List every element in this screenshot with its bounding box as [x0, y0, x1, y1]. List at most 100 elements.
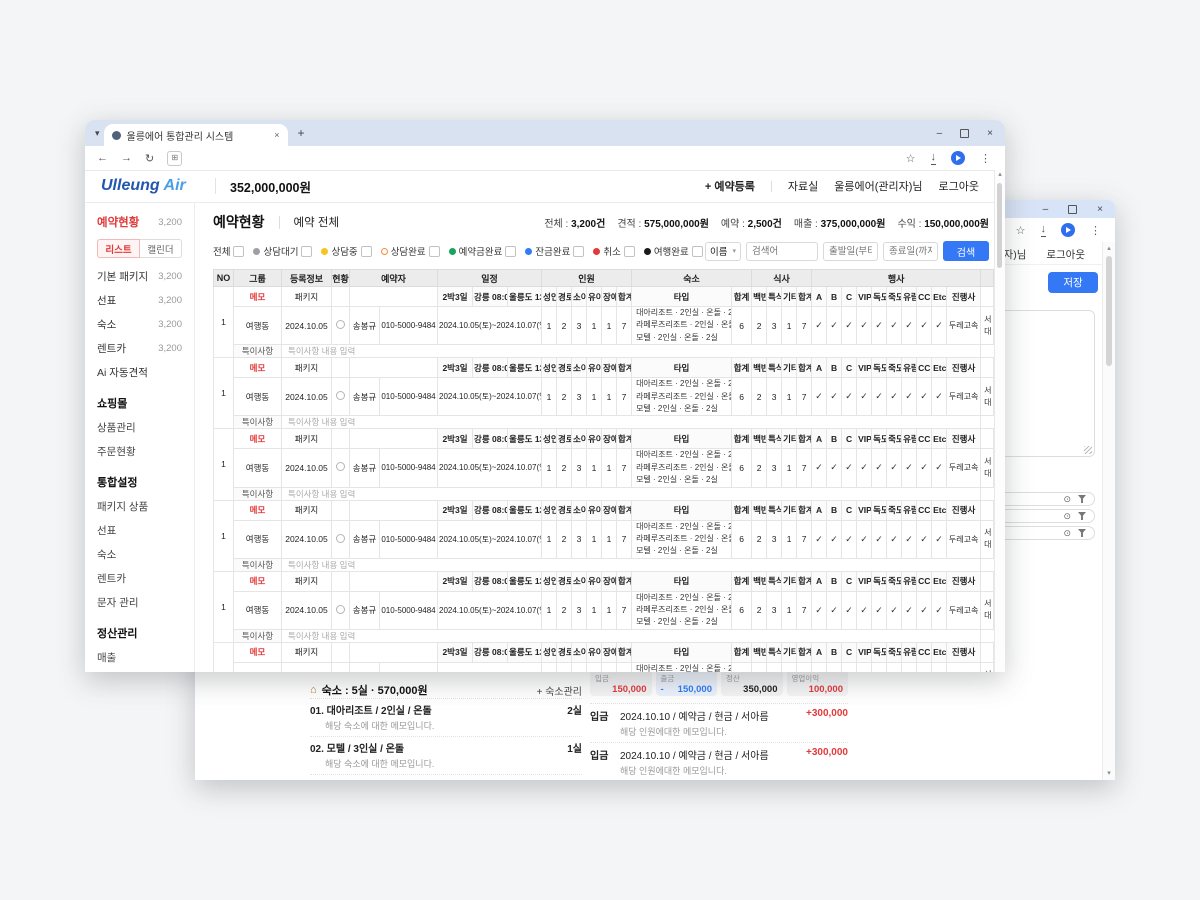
filter-checkbox[interactable]	[573, 246, 584, 257]
filter-item[interactable]: 상담중	[321, 244, 371, 258]
forward-button[interactable]: →	[121, 152, 132, 164]
new-tab-button[interactable]: +	[298, 126, 305, 140]
target-icon[interactable]: ⊙	[1063, 511, 1071, 522]
memo-button[interactable]: 메모	[234, 571, 282, 591]
tab-close-icon[interactable]: ×	[274, 130, 279, 140]
date-from-input[interactable]	[823, 242, 878, 261]
funnel-icon[interactable]	[1078, 529, 1086, 537]
special-note-input[interactable]: 특이사항 내용 입력	[282, 629, 981, 642]
reservation-row-group[interactable]: 1 메모 패키지 2박3일강릉 08:00울릉도 13:00 성인경로소아유아장…	[214, 642, 994, 672]
filter-item[interactable]: 취소	[593, 244, 634, 258]
reservation-row-group[interactable]: 1 메모 패키지 2박3일강릉 08:00울릉도 13:00 성인경로소아유아장…	[214, 500, 994, 571]
save-button[interactable]: 저장	[1048, 272, 1098, 293]
sidebar-menu-item[interactable]: 숙소	[97, 547, 182, 562]
filter-checkbox[interactable]	[429, 246, 440, 257]
filter-item[interactable]: 예약금완료	[449, 244, 517, 258]
target-icon[interactable]: ⊙	[1063, 494, 1071, 505]
reload-button[interactable]: ↻	[145, 152, 154, 165]
profile-avatar[interactable]	[951, 151, 965, 165]
filter-checkbox[interactable]	[301, 246, 312, 257]
memo-button[interactable]: 메모	[234, 429, 282, 449]
special-note-input[interactable]: 특이사항 내용 입력	[282, 487, 981, 500]
site-info-icon[interactable]: ⊞	[167, 151, 182, 166]
menu-icon[interactable]: ⋮	[980, 152, 991, 165]
scroll-down-icon[interactable]: ▾	[1103, 769, 1115, 777]
logo[interactable]: Ulleung Air	[85, 177, 201, 195]
special-note-input[interactable]: 특이사항 내용 입력	[282, 558, 981, 571]
sidebar-item-reservations[interactable]: 예약현황	[97, 214, 139, 230]
reservation-main-row[interactable]: 여행동 2024.10.05 송봉규 010-5000-9484 2024.10…	[214, 591, 994, 629]
maximize-button[interactable]	[960, 129, 969, 138]
memo-button[interactable]: 메모	[234, 500, 282, 520]
logout-button[interactable]: 로그아웃	[1046, 247, 1085, 262]
lodging-manage-link[interactable]: + 숙소관리	[537, 683, 582, 698]
filter-checkbox[interactable]	[624, 246, 635, 257]
sidebar-menu-item[interactable]: 기본 패키지 3,200	[97, 269, 182, 284]
reservation-main-row[interactable]: 여행동 2024.10.05 송봉규 010-5000-9484 2024.10…	[214, 449, 994, 487]
target-icon[interactable]: ⊙	[1063, 528, 1071, 539]
register-reservation-button[interactable]: + 예약등록	[705, 178, 755, 194]
star-icon[interactable]: ☆	[1016, 224, 1026, 237]
calendar-view-button[interactable]: 캘린더	[140, 239, 182, 258]
search-field-select[interactable]: 이름▾	[705, 242, 741, 261]
menu-icon[interactable]: ⋮	[1090, 224, 1101, 237]
filter-checkbox[interactable]	[361, 246, 372, 257]
scrollbar-thumb[interactable]	[1106, 256, 1112, 366]
tab-search-icon[interactable]: ▾	[95, 128, 100, 139]
transaction-row[interactable]: 입금 2024.10.10 / 예약금 / 현금 / 서아름 +300,000 …	[590, 742, 848, 780]
maximize-button[interactable]	[1068, 205, 1077, 214]
resize-handle-icon[interactable]	[1084, 446, 1092, 454]
reservation-main-row[interactable]: 여행동 2024.10.05 송봉규 010-5000-9484 2024.10…	[214, 307, 994, 345]
sidebar-menu-item[interactable]: 매출	[97, 650, 182, 665]
lodging-item[interactable]: 02. 모텔 / 3인실 / 온돌 1실 해당 숙소에 대한 메모입니다.	[310, 736, 582, 774]
download-icon[interactable]: ↓	[1041, 224, 1047, 237]
reservation-row-group[interactable]: 1 메모 패키지 2박3일강릉 08:00울릉도 13:00 성인경로소아유아장…	[214, 429, 994, 500]
download-icon[interactable]: ↓	[931, 152, 937, 165]
lodging-item[interactable]: 03. 모텔 / 3인실 / 온돌 1실 해당 숙소에 대한 메모입니다.	[310, 774, 582, 780]
close-button[interactable]: ×	[1097, 204, 1103, 215]
special-note-input[interactable]: 특이사항 내용 입력	[282, 345, 981, 358]
reservation-row-group[interactable]: 1 메모 패키지 2박3일강릉 08:00울릉도 13:00 성인경로소아유아장…	[214, 358, 994, 429]
logout-button[interactable]: 로그아웃	[939, 178, 979, 194]
memo-button[interactable]: 메모	[234, 358, 282, 378]
sidebar-menu-item[interactable]: 선표	[97, 523, 182, 538]
filter-item[interactable]: 상담완료	[381, 244, 440, 258]
filter-item[interactable]: 상담대기	[253, 244, 312, 258]
archive-link[interactable]: 자료실	[788, 178, 818, 194]
close-button[interactable]: ×	[987, 128, 993, 139]
sidebar-menu-item[interactable]: 문자 관리	[97, 595, 182, 610]
reservation-main-row[interactable]: 여행동 2024.10.05 송봉규 010-5000-9484 2024.10…	[214, 662, 994, 672]
reservation-main-row[interactable]: 여행동 2024.10.05 송봉규 010-5000-9484 2024.10…	[214, 520, 994, 558]
filter-item[interactable]: 전체	[213, 244, 244, 258]
sidebar-menu-item[interactable]: 렌트카	[97, 571, 182, 586]
funnel-icon[interactable]	[1078, 512, 1086, 520]
minimize-button[interactable]: –	[1043, 204, 1049, 215]
funnel-icon[interactable]	[1078, 495, 1086, 503]
scroll-up-icon[interactable]: ▴	[1103, 244, 1115, 252]
filter-checkbox[interactable]	[505, 246, 516, 257]
lodging-item[interactable]: 01. 대아리조트 / 2인실 / 온돌 2실 해당 숙소에 대한 메모입니다.	[310, 698, 582, 736]
filter-checkbox[interactable]	[233, 246, 244, 257]
browser-tab[interactable]: 울릉에어 통합관리 시스템 ×	[104, 124, 288, 146]
search-input[interactable]	[746, 242, 818, 261]
filter-item[interactable]: 잔금완료	[525, 244, 584, 258]
reservation-main-row[interactable]: 여행동 2024.10.05 송봉규 010-5000-9484 2024.10…	[214, 378, 994, 416]
front-window-scrollbar[interactable]: ▴	[994, 170, 1005, 672]
search-button[interactable]: 검색	[943, 241, 989, 261]
scroll-up-icon[interactable]: ▴	[998, 171, 1002, 178]
sidebar-menu-item[interactable]: 숙소 3,200	[97, 317, 182, 332]
date-to-input[interactable]	[883, 242, 938, 261]
list-view-button[interactable]: 리스트	[97, 239, 140, 258]
special-note-input[interactable]: 특이사항 내용 입력	[282, 416, 981, 429]
sidebar-menu-item[interactable]: 렌트카 3,200	[97, 341, 182, 356]
sidebar-menu-item[interactable]: 선표 3,200	[97, 293, 182, 308]
reservation-row-group[interactable]: 1 메모 패키지 2박3일강릉 08:00울릉도 13:00 성인경로소아유아장…	[214, 287, 994, 358]
star-icon[interactable]: ☆	[906, 152, 916, 165]
memo-button[interactable]: 메모	[234, 642, 282, 662]
filter-item[interactable]: 여행완료	[644, 244, 703, 258]
scrollbar-thumb[interactable]	[997, 183, 1002, 268]
sidebar-menu-item[interactable]: 상품관리	[97, 420, 182, 435]
minimize-button[interactable]: –	[937, 128, 943, 139]
filter-checkbox[interactable]	[692, 246, 703, 257]
back-button[interactable]: ←	[97, 152, 108, 164]
